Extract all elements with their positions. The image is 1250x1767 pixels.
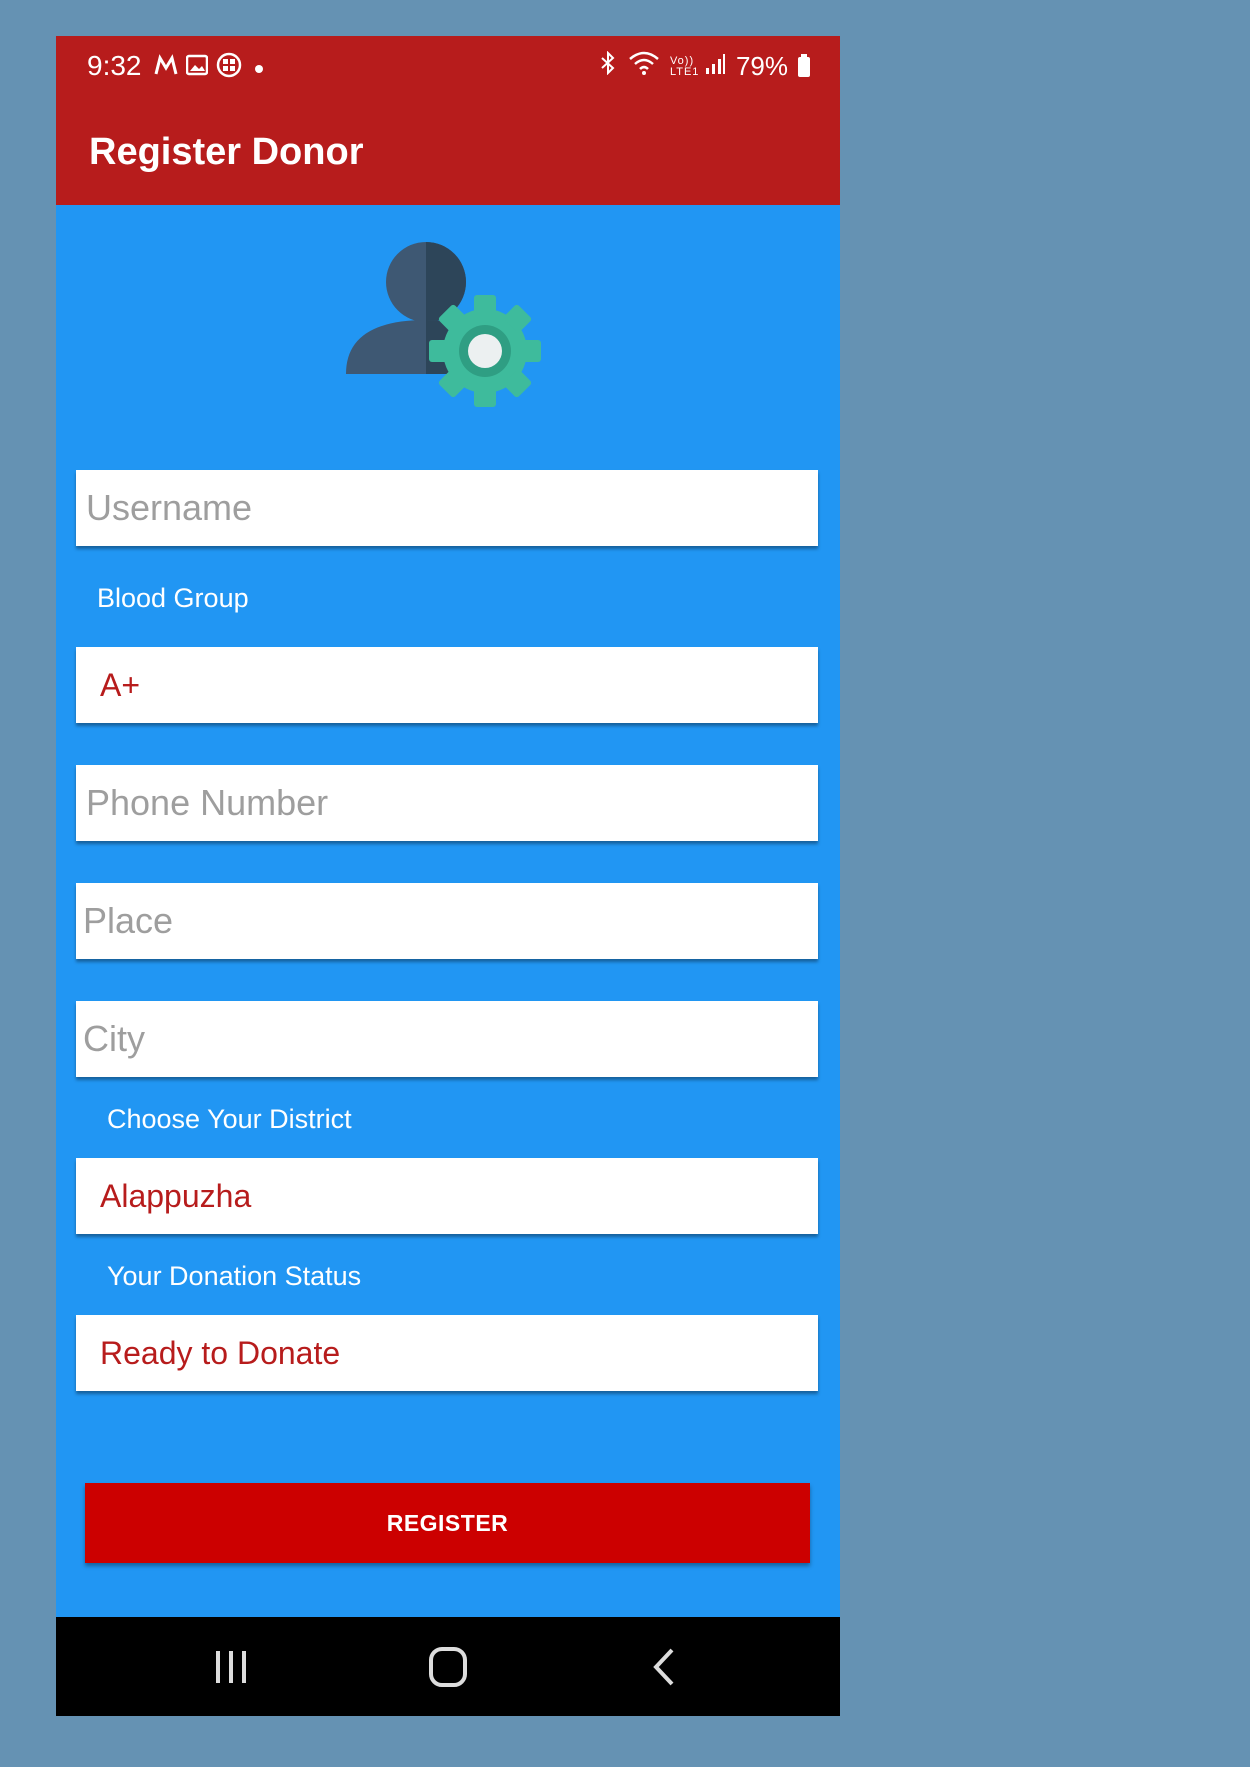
volte-icon: Vo)) LTE1 (669, 54, 700, 78)
phone-number-input[interactable] (76, 765, 818, 841)
m-app-icon (154, 54, 178, 81)
back-icon[interactable] (640, 1647, 690, 1687)
home-icon[interactable] (423, 1647, 473, 1687)
blood-group-value: A+ (100, 667, 141, 703)
register-button[interactable]: REGISTER (85, 1483, 810, 1563)
app-icon (216, 52, 242, 83)
page-title: Register Donor (89, 131, 364, 173)
recents-icon[interactable] (206, 1647, 256, 1687)
dot-icon (250, 56, 268, 80)
navigation-bar (56, 1617, 840, 1716)
user-settings-icon (346, 206, 556, 446)
district-select[interactable]: Alappuzha (76, 1158, 818, 1234)
status-time: 9:32 (87, 50, 142, 81)
phone-number-field[interactable] (76, 765, 818, 841)
notification-icons (154, 52, 268, 83)
gallery-icon (185, 54, 209, 81)
app-bar: Register Donor (56, 102, 840, 205)
district-value: Alappuzha (100, 1178, 252, 1214)
place-field[interactable] (76, 883, 818, 959)
donation-status-value: Ready to Donate (100, 1335, 341, 1371)
city-field[interactable] (76, 1001, 818, 1077)
city-input[interactable] (76, 1001, 818, 1077)
username-field[interactable] (76, 470, 818, 546)
system-status: Vo)) LTE1 79% (598, 50, 810, 82)
blood-group-select[interactable]: A+ (76, 647, 818, 723)
donation-status-select[interactable]: Ready to Donate (76, 1315, 818, 1391)
signal-icon (704, 51, 726, 82)
wifi-icon (628, 51, 660, 82)
place-input[interactable] (76, 883, 818, 959)
blood-group-label: Blood Group (97, 583, 249, 613)
status-bar: 9:32 Vo)) LTE1 79% (56, 36, 840, 102)
battery-icon (798, 53, 810, 77)
username-input[interactable] (76, 470, 818, 546)
phone-screen: 9:32 Vo)) LTE1 79% Register Donor Userna… (56, 36, 840, 1716)
bluetooth-icon (598, 50, 618, 82)
donation-status-label: Your Donation Status (107, 1261, 362, 1291)
district-label: Choose Your District (107, 1104, 352, 1134)
battery-percent: 79% (735, 51, 788, 81)
